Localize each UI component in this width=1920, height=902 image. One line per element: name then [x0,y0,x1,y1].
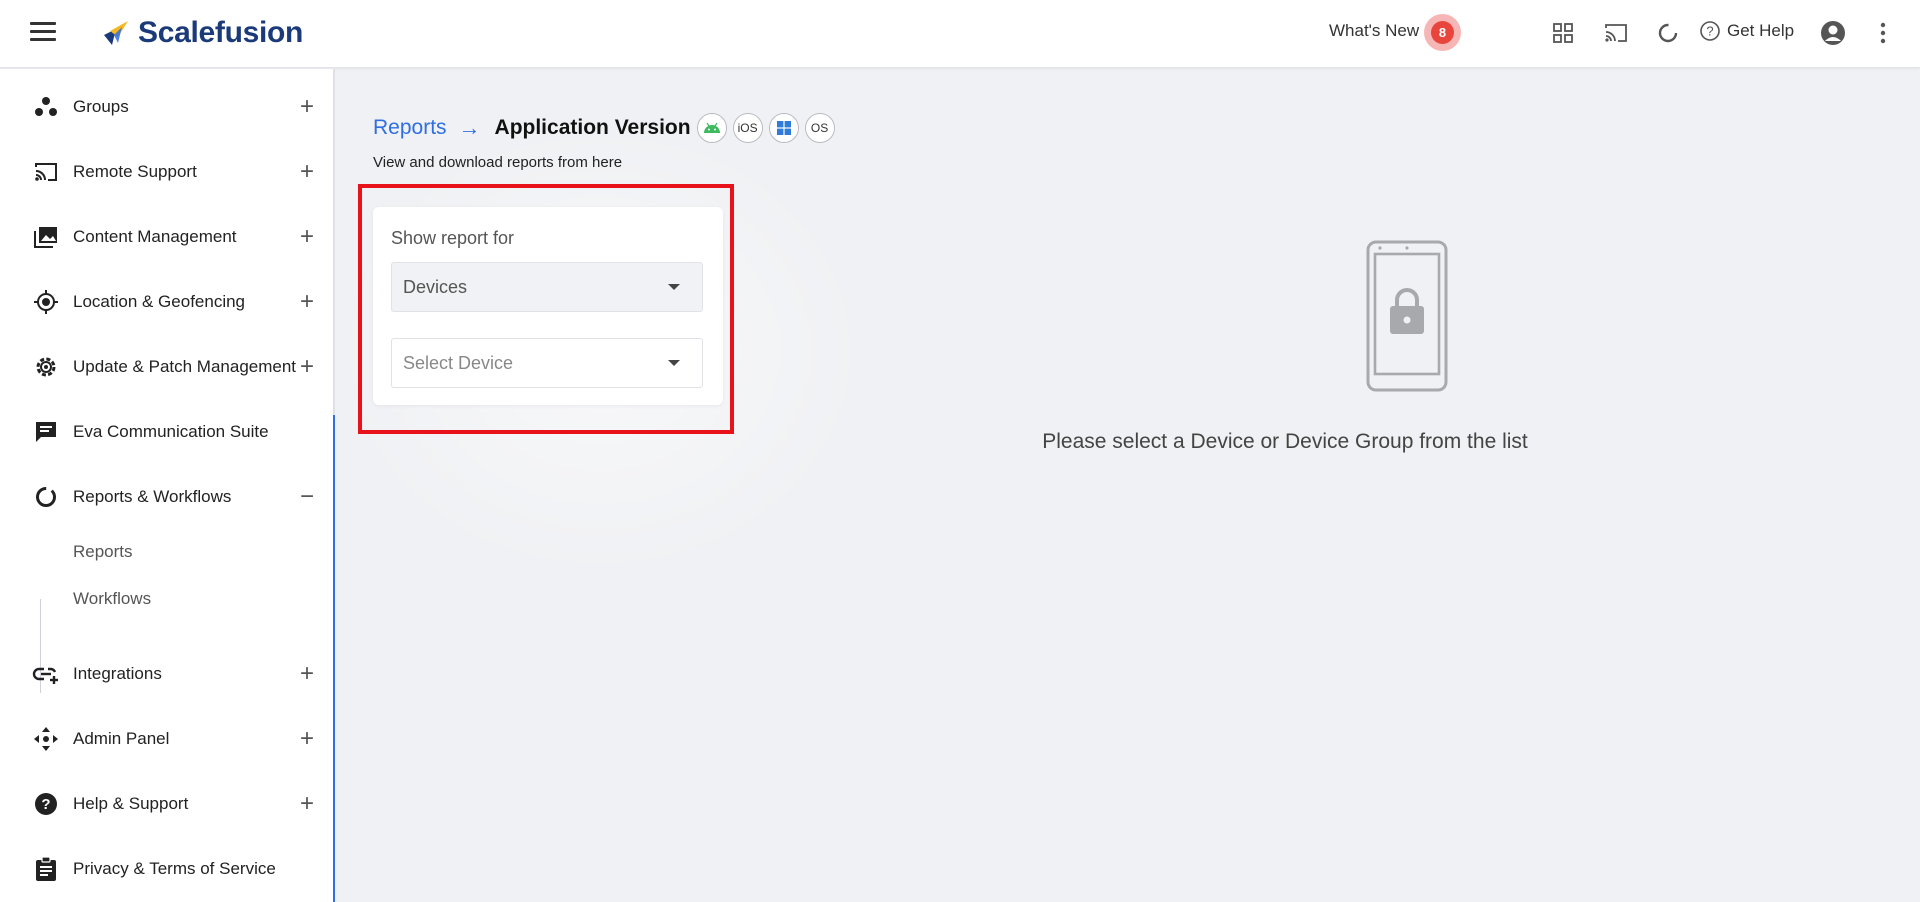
expand-icon[interactable]: + [300,792,314,816]
windows-icon [768,113,799,143]
page-subtitle: View and download reports from here [373,154,623,171]
sidebar: Groups + Remote Support + Content Manage… [0,69,335,902]
clipboard-icon [32,855,60,883]
svg-text:?: ? [41,796,50,813]
sidebar-item-admin-panel[interactable]: Admin Panel + [0,714,333,764]
sidebar-item-label: Admin Panel [73,729,170,748]
brand-name: Scalefusion [138,16,304,49]
expand-icon[interactable]: + [300,290,314,314]
ios-icon: iOS [732,113,763,143]
breadcrumb: Reports → Application Version iOS OS [373,113,835,143]
sidebar-item-label: Integrations [73,664,162,683]
collapse-icon[interactable]: − [300,485,314,509]
sidebar-item-eva-communication-suite[interactable]: Eva Communication Suite [0,407,333,457]
empty-state [1000,240,1570,397]
page-title: Application Version [494,116,691,139]
whats-new-link[interactable]: What's New [1329,21,1419,41]
get-help-button[interactable]: ? Get Help [1699,20,1794,42]
arrow-right-icon: → [458,115,481,140]
apps-grid-icon[interactable] [1548,18,1578,48]
gear-icon [32,353,60,381]
cast-icon[interactable] [1601,18,1631,48]
account-icon[interactable] [1818,18,1848,48]
donut-chart-icon [32,483,60,511]
sidebar-item-label: Remote Support [73,162,197,181]
scalefusion-logo-icon [104,21,128,45]
sidebar-item-label: Reports & Workflows [73,487,232,506]
sidebar-item-help-support[interactable]: ? Help & Support + [0,779,333,829]
sidebar-item-label: Location & Geofencing [73,292,246,311]
report-type-value: Devices [403,276,468,297]
menu-icon[interactable] [30,22,56,44]
sidebar-item-label: Groups [73,97,129,116]
sidebar-item-label: Update & Patch Management [73,357,297,376]
sidebar-item-label: Privacy & Terms of Service [73,859,276,878]
sidebar-item-groups[interactable]: Groups + [0,82,333,132]
photo-library-icon [32,223,60,251]
expand-icon[interactable]: + [300,355,314,379]
sidebar-active-rail [333,415,335,902]
sidebar-item-privacy-terms[interactable]: Privacy & Terms of Service [0,844,333,894]
device-select-placeholder: Select Device [403,352,514,373]
empty-state-message: Please select a Device or Device Group f… [1042,430,1528,453]
sidebar-subitem-reports[interactable]: Reports [73,542,133,562]
cast-icon [32,158,60,186]
whats-new-count: 8 [1431,21,1454,44]
more-vertical-icon[interactable] [1868,18,1898,48]
chevron-down-icon [668,284,680,290]
android-icon [696,113,727,143]
groups-icon [32,93,60,121]
location-target-icon [32,288,60,316]
whats-new-badge[interactable]: 8 [1424,14,1461,51]
brand-logo[interactable]: Scalefusion [100,16,303,50]
sync-icon[interactable] [1653,18,1683,48]
expand-icon[interactable]: + [300,225,314,249]
move-arrows-icon [32,725,60,753]
top-bar: Scalefusion What's New 8 ? Get Help [0,0,1920,68]
sidebar-item-label: Eva Communication Suite [73,422,269,441]
device-select[interactable]: Select Device [391,338,703,388]
sidebar-item-location-geofencing[interactable]: Location & Geofencing + [0,277,333,327]
chat-icon [32,418,60,446]
sidebar-subitem-workflows[interactable]: Workflows [73,589,151,609]
sidebar-item-content-management[interactable]: Content Management + [0,212,333,262]
help-circle-icon: ? [1700,21,1720,41]
expand-icon[interactable]: + [300,727,314,751]
sidebar-item-integrations[interactable]: Integrations + [0,649,333,699]
sidebar-item-reports-workflows[interactable]: Reports & Workflows − [0,472,333,522]
expand-icon[interactable]: + [300,662,314,686]
report-type-select[interactable]: Devices [391,262,703,312]
svg-text:?: ? [1706,24,1713,39]
expand-icon[interactable]: + [300,95,314,119]
sidebar-item-label: Content Management [73,227,237,246]
get-help-label: Get Help [1727,21,1795,40]
sidebar-item-update-patch-management[interactable]: Update & Patch Management + [0,342,333,392]
help-circle-icon: ? [32,790,60,818]
chevron-down-icon [668,360,680,366]
link-add-icon [32,660,60,688]
macos-icon: OS [804,113,835,143]
show-report-for-label: Show report for [391,228,515,248]
breadcrumb-reports-link[interactable]: Reports [373,116,447,140]
locked-phone-icon [1366,240,1448,392]
report-filter-card: Show report for Devices Select Device [373,207,723,405]
sidebar-item-remote-support[interactable]: Remote Support + [0,147,333,197]
sidebar-item-label: Help & Support [73,794,189,813]
expand-icon[interactable]: + [300,160,314,184]
